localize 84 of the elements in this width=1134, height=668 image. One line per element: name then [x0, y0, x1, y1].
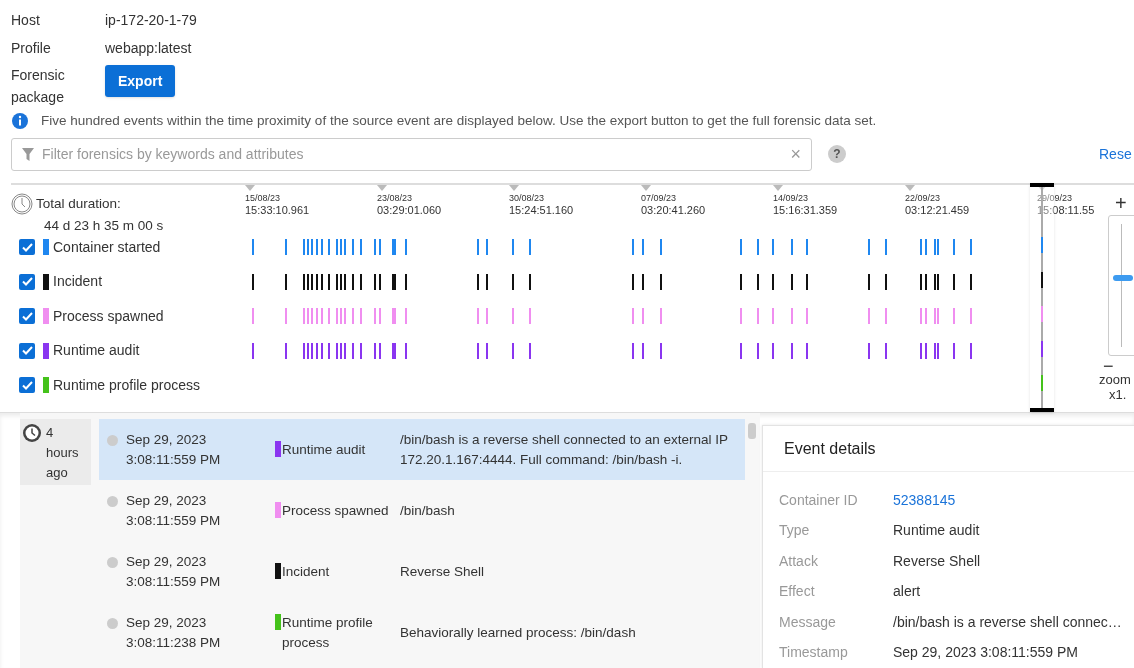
event-tick [1041, 271, 1043, 288]
event-row[interactable]: Sep 29, 2023 3:08:11:559 PM Process spawned /bin/bash [99, 480, 745, 541]
detail-label: Timestamp [779, 643, 849, 663]
detail-label: Message [779, 612, 837, 632]
checkbox[interactable] [19, 273, 35, 290]
axis-time: 15:33:10.961 [245, 204, 310, 216]
clock-icon [22, 423, 42, 443]
event-tick [1041, 375, 1043, 391]
filter-icon [22, 147, 34, 161]
axis-date: 30/08/23 [509, 193, 546, 204]
duration-label: Total duration: [36, 194, 121, 213]
axis-time: 03:12:21.459 [905, 204, 970, 216]
zoom-value: x1. [1109, 387, 1127, 402]
slider-thumb[interactable] [1113, 274, 1133, 281]
field-label: Profile [11, 38, 52, 58]
event-timestamp: Sep 29, 2023 3:08:11:559 PM [126, 491, 221, 530]
event-type: Process spawned [282, 501, 390, 520]
axis-date: 07/09/23 [641, 193, 678, 204]
field-label: Host [11, 10, 41, 30]
event-message: Reverse Shell [400, 562, 486, 581]
zoom-in-button[interactable]: + [1115, 193, 1127, 213]
panel-title: Event details [763, 426, 1134, 472]
event-message: /bin/bash is a reverse shell connected to an external IP 172.20.1.167:4444. Full command: /bin/bash -i. [400, 430, 729, 469]
detail-value: Runtime audit [893, 521, 980, 541]
status-dot-icon [107, 495, 118, 507]
detail-value: Sep 29, 2023 3:08:11:559 PM [893, 643, 1078, 663]
event-type: Runtime audit [282, 440, 367, 459]
checkbox[interactable] [19, 342, 35, 359]
axis-date: 14/09/23 [773, 193, 810, 204]
field-value: ip-172-20-1-79 [105, 10, 197, 30]
info-icon [11, 112, 29, 130]
clock-icon [11, 193, 33, 215]
help-button[interactable]: ? [828, 145, 846, 163]
event-row[interactable]: Sep 29, 2023 3:08:11:559 PM Incident Reverse Shell [99, 541, 745, 602]
series-label: Container started [53, 237, 161, 257]
detail-value: Reverse Shell [893, 551, 981, 571]
duration-value: 44 d 23 h 35 m 00 s [43, 217, 165, 235]
axis-date: 29/09/23 [1037, 193, 1074, 204]
reset-link[interactable]: Rese [1099, 143, 1134, 165]
axis-time: 15:24:51.160 [509, 204, 574, 216]
event-row[interactable]: Sep 29, 2023 3:08:11:559 PM Runtime audit /bin/bash is a reverse shell connected to an external IP 172.20.1.167:4444. Full command: /bin/bash -i. [99, 419, 745, 480]
detail-label: Attack [779, 551, 819, 571]
event-tick [1041, 306, 1043, 322]
checkbox[interactable] [19, 377, 35, 393]
status-dot-icon [107, 556, 118, 568]
series-label: Runtime profile process [53, 375, 201, 395]
status-dot-icon [107, 434, 118, 446]
checkbox[interactable] [19, 308, 35, 324]
axis-date: 22/09/23 [905, 193, 942, 204]
detail-label: Effect [779, 582, 816, 602]
axis-time: 15:08:11.55 [1037, 204, 1095, 216]
time-group-label: 4 hours ago [46, 424, 79, 482]
status-dot-icon [107, 617, 118, 629]
axis-time: 15:16:31.359 [773, 204, 838, 216]
event-message: /bin/bash [400, 501, 456, 520]
series-label: Process spawned [53, 306, 164, 326]
detail-label: Type [779, 521, 811, 541]
zoom-label: zoom [1099, 372, 1131, 387]
event-type: Incident [282, 562, 331, 581]
series-label: Incident [53, 272, 103, 291]
event-type: Runtime profile process [282, 613, 374, 652]
series-label: Runtime audit [53, 341, 140, 360]
event-message: Behaviorally learned process: /bin/dash [400, 623, 637, 642]
axis-time: 03:29:01.060 [377, 204, 442, 216]
event-row[interactable]: Sep 29, 2023 3:08:11:238 PM Runtime profile process Behaviorally learned process: /bin/dash [99, 602, 745, 663]
event-timestamp: Sep 29, 2023 3:08:11:238 PM [126, 613, 221, 652]
scrollbar-thumb[interactable] [748, 423, 756, 439]
zoom-out-button[interactable]: − [1103, 359, 1114, 373]
container-link[interactable]: 52388145 [893, 489, 956, 511]
axis-date: 23/08/23 [377, 193, 414, 204]
checkbox[interactable] [19, 239, 35, 255]
info-message: Five hundred events within the time proximity of the source event are displayed below. Use the export button to get the full forensic data set. [41, 111, 877, 130]
axis-date: 15/08/23 [245, 193, 282, 204]
event-tick [1041, 237, 1043, 253]
axis-time: 03:20:41.260 [641, 204, 706, 216]
detail-value: /bin/bash is a reverse shell connec… [893, 612, 1122, 632]
event-timestamp: Sep 29, 2023 3:08:11:559 PM [126, 430, 221, 469]
event-tick [1041, 340, 1043, 357]
field-value: webapp:latest [105, 38, 192, 58]
detail-value: alert [893, 582, 921, 602]
event-timestamp: Sep 29, 2023 3:08:11:559 PM [126, 552, 221, 591]
detail-label: Container ID [779, 490, 859, 510]
export-button[interactable]: Export [105, 65, 176, 97]
field-label: Forensic package [11, 66, 66, 107]
